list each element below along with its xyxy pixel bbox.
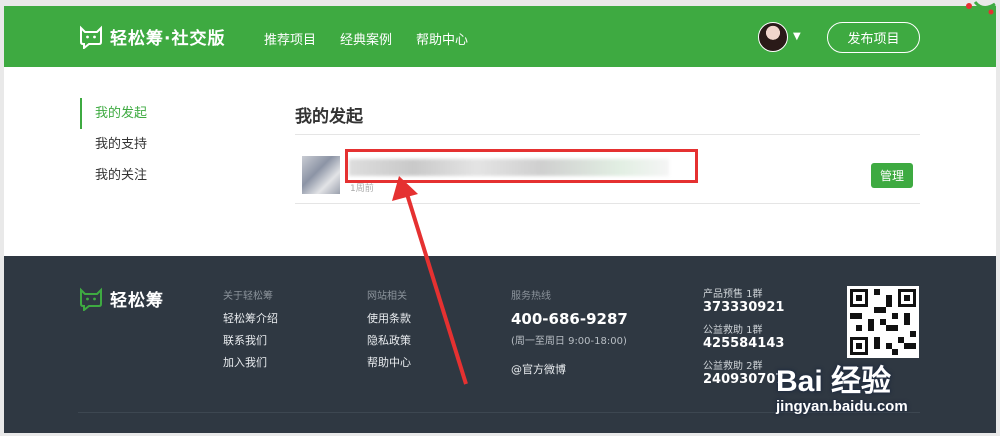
baidu-jingyan-watermark: Bai 经验 jingyan.baidu.com: [776, 356, 908, 415]
screenshot-frame: 轻松筹·社交版 推荐项目 经典案例 帮助中心 ▼ 发布项目 我的发起 我的支持 …: [0, 0, 1000, 436]
corner-decoration-icon: [966, 0, 996, 15]
watermark-url: jingyan.baidu.com: [776, 398, 908, 415]
watermark-brand: Bai 经验: [776, 365, 892, 398]
browser-page: 轻松筹·社交版 推荐项目 经典案例 帮助中心 ▼ 发布项目 我的发起 我的支持 …: [4, 6, 996, 433]
